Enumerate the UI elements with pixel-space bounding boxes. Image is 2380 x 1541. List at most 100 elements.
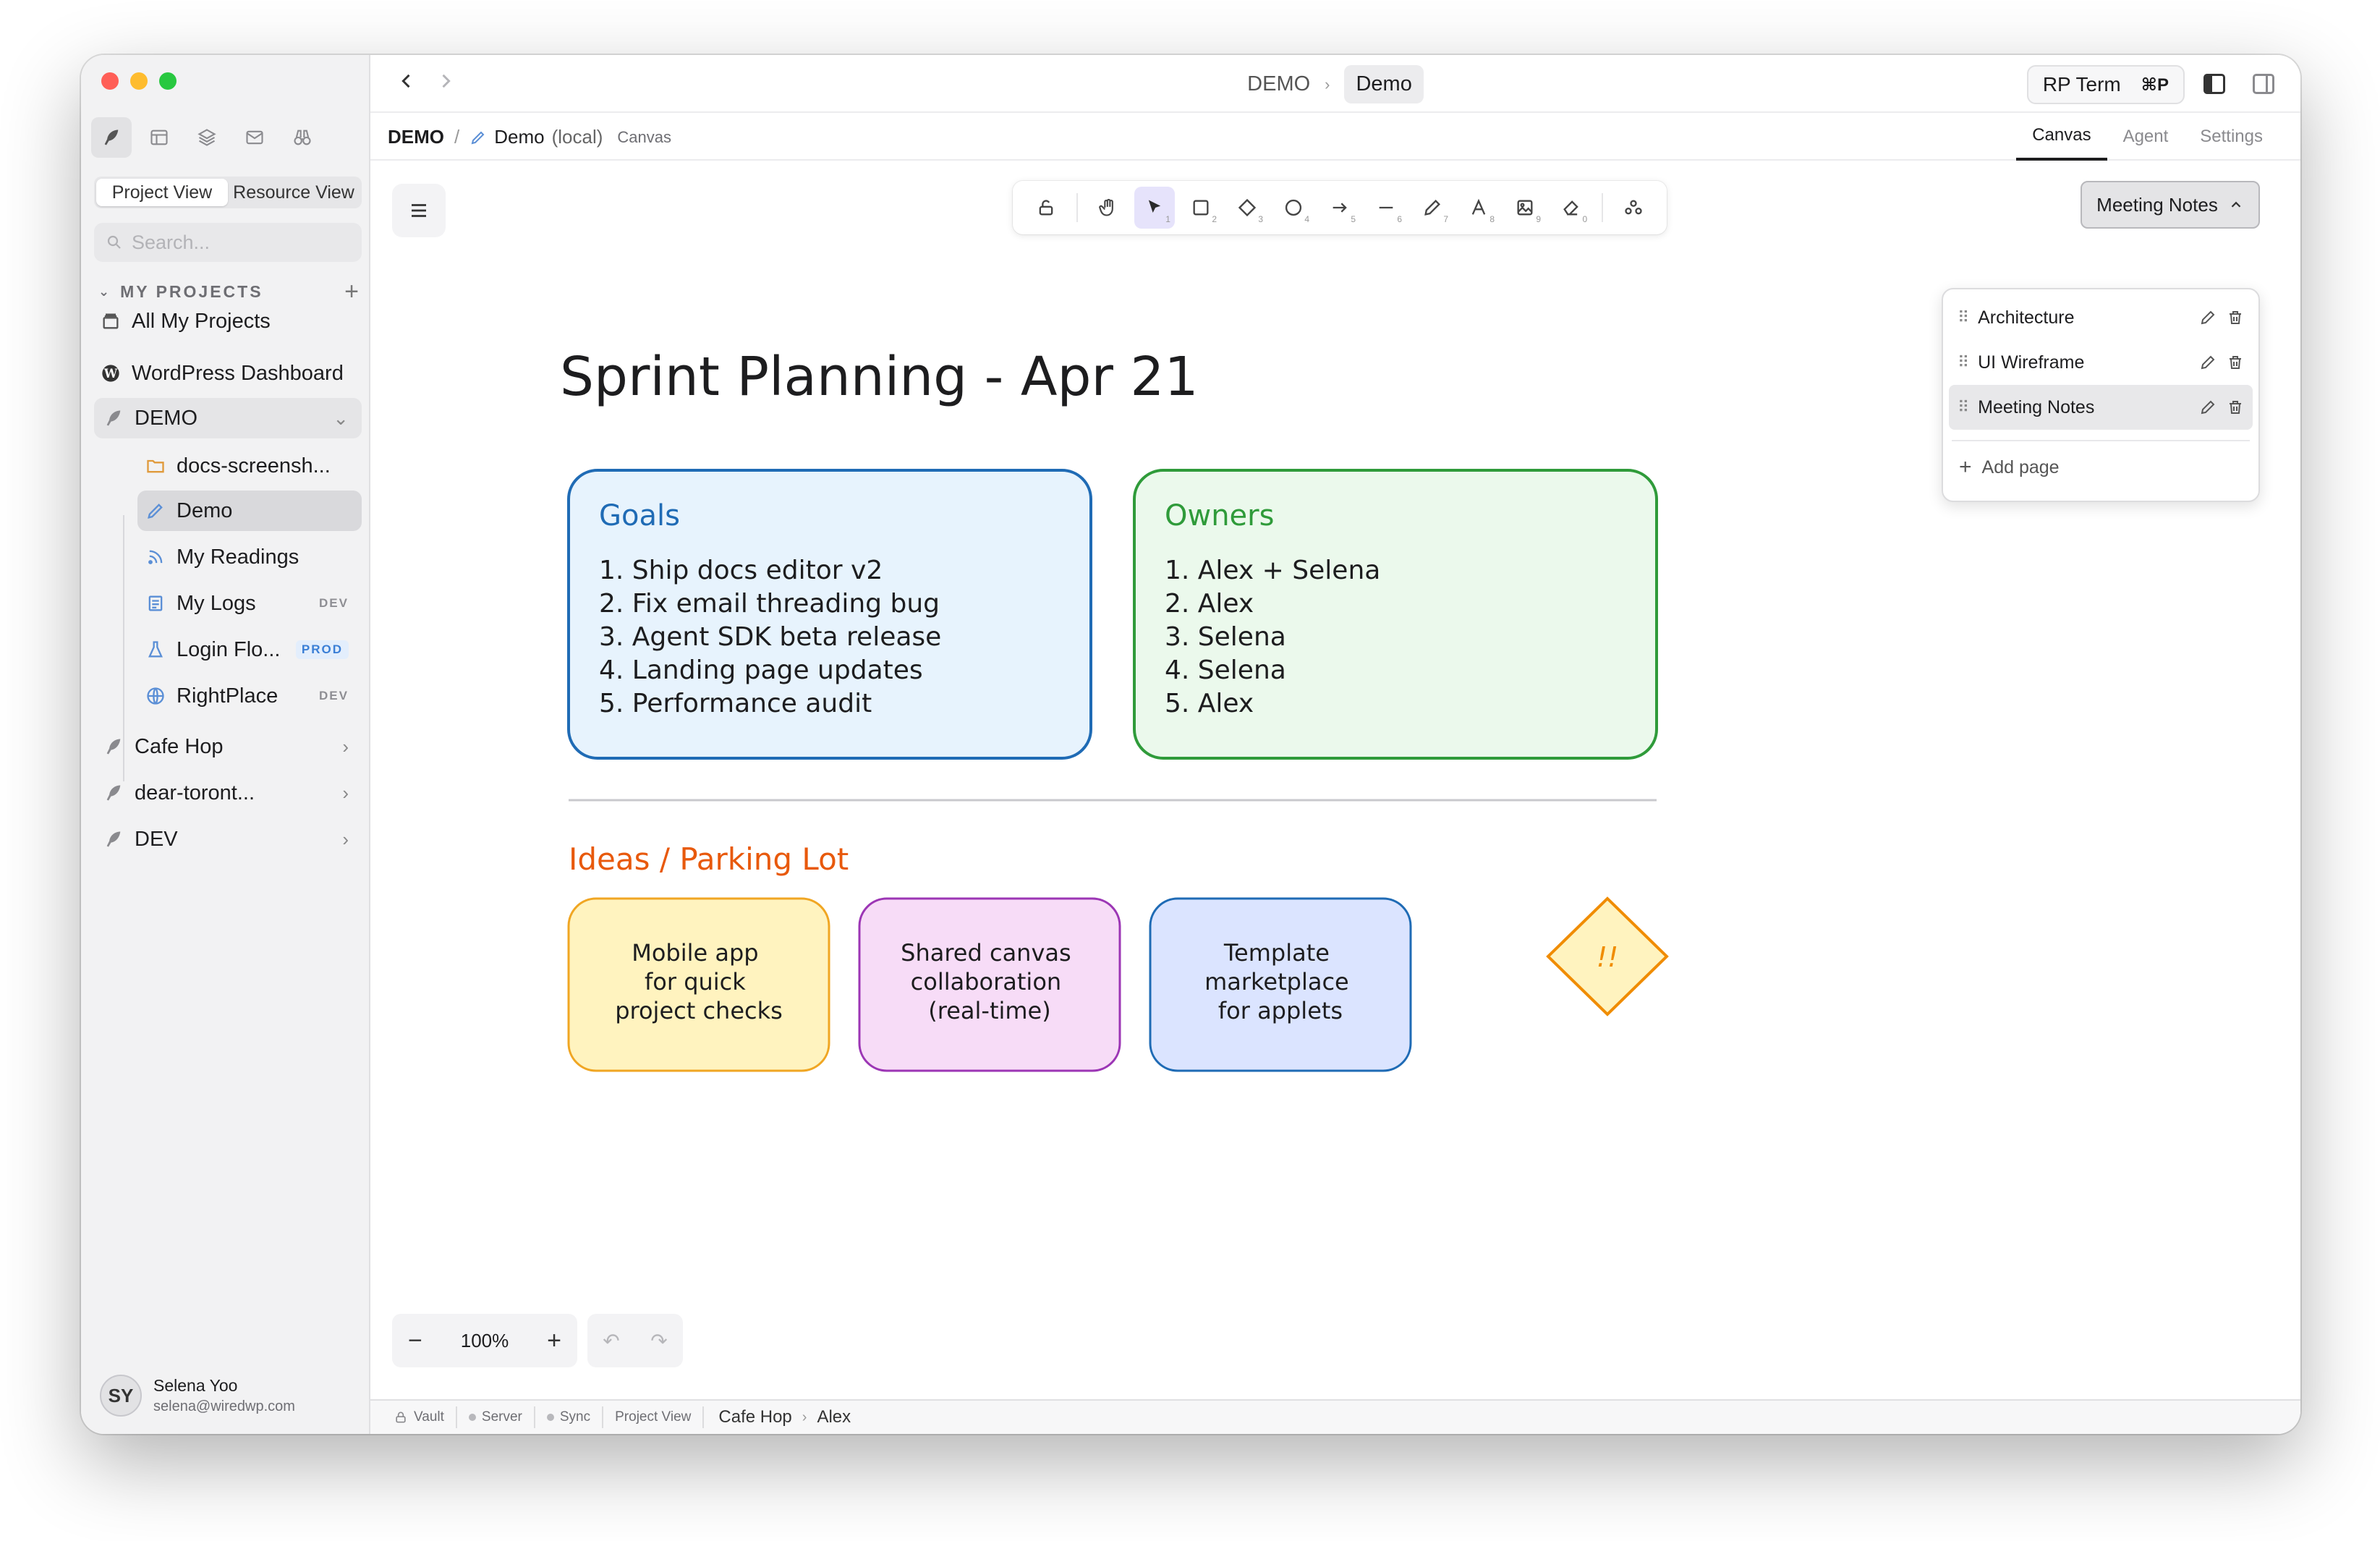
search-input[interactable] — [132, 231, 334, 254]
minimize-window-button[interactable] — [130, 72, 148, 90]
breadcrumb-current[interactable]: Demo — [1344, 65, 1424, 103]
goals-heading[interactable]: Goals — [599, 499, 680, 532]
app-window: Project View Resource View ⌄ MY PROJECTS… — [81, 55, 2300, 1434]
mail-icon[interactable] — [234, 117, 275, 158]
toolbar-separator — [1602, 193, 1604, 222]
zoom-controls: − 100% + — [392, 1314, 577, 1367]
owner-item[interactable]: 1. Alex + Selena — [1165, 556, 1380, 585]
add-page-button[interactable]: + Add page — [1949, 447, 2253, 488]
sidebar-item-cafe-hop[interactable]: Cafe Hop › — [94, 726, 362, 767]
goal-item[interactable]: 1. Ship docs editor v2 — [599, 556, 883, 585]
owner-item[interactable]: 3. Selena — [1165, 622, 1286, 652]
image-icon[interactable]: 9 — [1505, 187, 1545, 229]
trash-icon[interactable] — [2227, 309, 2244, 326]
canvas-title[interactable]: Sprint Planning - Apr 21 — [560, 346, 1199, 408]
edit-icon[interactable] — [2199, 354, 2217, 371]
zoom-out-button[interactable]: − — [408, 1327, 422, 1355]
resource-view-toggle[interactable]: Resource View — [228, 179, 360, 206]
layers-icon[interactable] — [187, 117, 227, 158]
status-server[interactable]: Server — [457, 1406, 535, 1428]
sidebar-item-wordpress[interactable]: W WordPress Dashboard — [95, 353, 360, 394]
page-selector-button[interactable]: Meeting Notes — [2081, 181, 2260, 229]
path-root[interactable]: DEMO — [388, 126, 444, 148]
sidebar-right-toggle-icon[interactable] — [2253, 74, 2274, 94]
path-name: Demo — [494, 126, 545, 148]
breadcrumb-parent[interactable]: DEMO — [1247, 72, 1310, 96]
tab-agent[interactable]: Agent — [2107, 113, 2185, 161]
sidebar-item-demo-group[interactable]: DEMO ⌄ — [94, 398, 362, 438]
project-view-toggle[interactable]: Project View — [96, 179, 228, 206]
sidebar-item-dev[interactable]: DEV › — [94, 819, 362, 859]
owners-heading[interactable]: Owners — [1165, 499, 1274, 532]
eraser-icon[interactable]: 0 — [1551, 187, 1591, 229]
layout-icon[interactable] — [139, 117, 179, 158]
user-profile[interactable]: SY Selena Yoo selena@wiredwp.com — [100, 1375, 295, 1417]
sidebar-item-label: My Readings — [177, 545, 299, 569]
canvas-menu-button[interactable] — [392, 184, 446, 237]
sidebar-item-readings[interactable]: My Readings — [137, 537, 362, 577]
goal-item[interactable]: 4. Landing page updates — [599, 655, 923, 685]
ellipse-icon[interactable]: 4 — [1273, 187, 1314, 229]
drag-handle-icon[interactable]: ⠿ — [1958, 398, 1969, 417]
canvas[interactable]: Sprint Planning - Apr 21 Goals 1. Ship d… — [370, 161, 2300, 1399]
trash-icon[interactable] — [2227, 399, 2244, 416]
zoom-in-button[interactable]: + — [547, 1327, 561, 1355]
status-vault[interactable]: Vault — [382, 1406, 457, 1428]
sidebar-item-docs[interactable]: docs-screensh... — [137, 446, 362, 486]
edit-icon[interactable] — [2199, 399, 2217, 416]
sidebar-item-label: Login Flo... — [177, 637, 281, 661]
binoculars-icon[interactable] — [282, 117, 323, 158]
rp-term-button[interactable]: RP Term ⌘P — [2026, 65, 2185, 104]
sidebar-item-demo[interactable]: Demo — [137, 491, 362, 531]
tab-settings[interactable]: Settings — [2184, 113, 2279, 161]
sidebar-item-rightplace[interactable]: RightPlace DEV — [137, 676, 362, 716]
status-sync[interactable]: Sync — [535, 1406, 604, 1428]
status-crumb-item[interactable]: Cafe Hop — [718, 1407, 791, 1427]
drag-handle-icon[interactable]: ⠿ — [1958, 353, 1969, 372]
arrow-icon[interactable]: 5 — [1319, 187, 1360, 229]
pencil-icon[interactable]: 7 — [1412, 187, 1453, 229]
page-item-ui-wireframe[interactable]: ⠿ UI Wireframe — [1949, 340, 2253, 385]
goal-item[interactable]: 2. Fix email threading bug — [599, 589, 940, 619]
edit-icon[interactable] — [2199, 309, 2217, 326]
hand-icon[interactable] — [1088, 187, 1129, 229]
sidebar-item-login-flow[interactable]: Login Flo... PROD — [137, 629, 362, 670]
sidebar-left-toggle-icon[interactable] — [2203, 74, 2225, 94]
zoom-window-button[interactable] — [159, 72, 177, 90]
line-icon[interactable]: 6 — [1366, 187, 1406, 229]
trash-icon[interactable] — [2227, 354, 2244, 371]
sidebar-item-logs[interactable]: My Logs DEV — [137, 583, 362, 624]
feather-icon — [103, 828, 124, 850]
owner-item[interactable]: 2. Alex — [1165, 589, 1254, 619]
rectangle-icon[interactable]: 2 — [1181, 187, 1221, 229]
add-page-label: Add page — [1981, 457, 2060, 477]
chevron-down-icon[interactable]: ⌄ — [98, 284, 111, 300]
shapes-icon[interactable] — [1613, 187, 1654, 229]
diamond-icon[interactable]: 3 — [1227, 187, 1267, 229]
undo-icon[interactable]: ↶ — [603, 1329, 619, 1353]
ideas-heading[interactable]: Ideas / Parking Lot — [569, 841, 849, 877]
zoom-level[interactable]: 100% — [461, 1330, 509, 1352]
goal-item[interactable]: 3. Agent SDK beta release — [599, 622, 941, 652]
text-icon[interactable]: 8 — [1458, 187, 1499, 229]
sidebar-item-dear-toronto[interactable]: dear-toront... › — [94, 773, 362, 813]
page-item-label: Architecture — [1978, 307, 2075, 328]
redo-icon[interactable]: ↷ — [650, 1329, 667, 1353]
chevron-right-icon: › — [1325, 75, 1330, 93]
page-item-meeting-notes[interactable]: ⠿ Meeting Notes — [1949, 385, 2253, 430]
rss-icon — [145, 546, 166, 568]
close-window-button[interactable] — [101, 72, 119, 90]
pointer-icon[interactable]: 1 — [1134, 187, 1175, 229]
owner-item[interactable]: 5. Alex — [1165, 689, 1254, 718]
lock-icon[interactable] — [1026, 187, 1066, 229]
title-breadcrumb: DEMO › Demo — [370, 65, 2300, 103]
page-item-architecture[interactable]: ⠿ Architecture — [1949, 295, 2253, 340]
sidebar-item-all-projects[interactable]: All My Projects — [95, 301, 360, 341]
goal-item[interactable]: 5. Performance audit — [599, 689, 872, 718]
owner-item[interactable]: 4. Selena — [1165, 655, 1286, 685]
tab-canvas[interactable]: Canvas — [2016, 113, 2107, 161]
status-crumb-item[interactable]: Alex — [817, 1407, 851, 1427]
feather-icon[interactable] — [91, 117, 132, 158]
drag-handle-icon[interactable]: ⠿ — [1958, 308, 1969, 327]
status-view[interactable]: Project View — [603, 1406, 705, 1428]
